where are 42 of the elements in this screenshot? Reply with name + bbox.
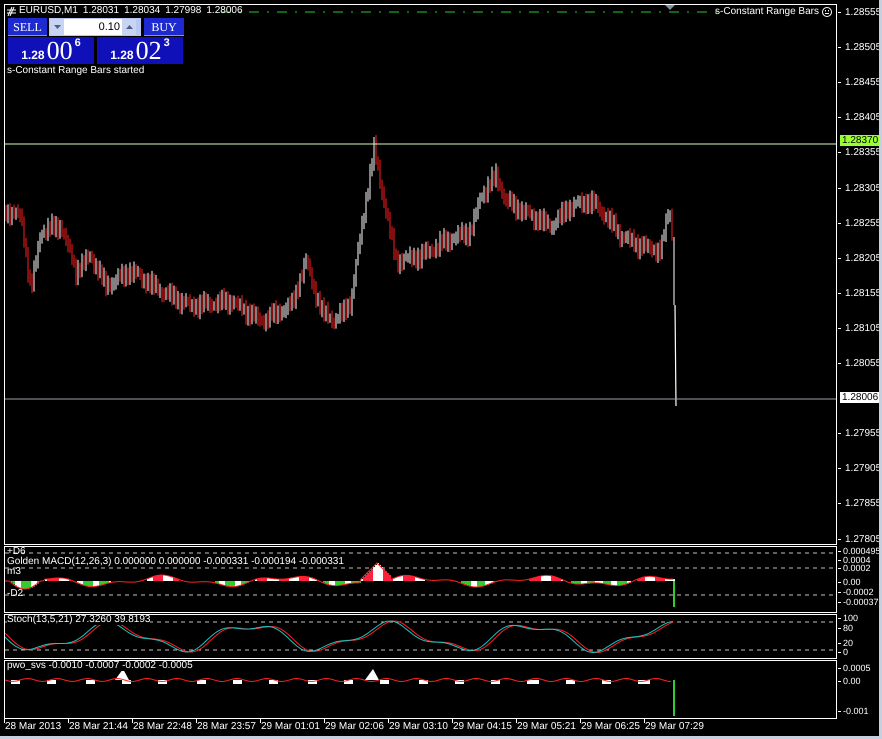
lot-size-field[interactable]: 0.10 — [64, 19, 122, 35]
buy-button[interactable]: BUY — [144, 18, 184, 36]
ohlc-value: 1.28031 — [82, 5, 120, 17]
scale-label: 20 — [843, 638, 854, 648]
indicator-label: s-Constant Range Bars — [715, 6, 819, 18]
time-axis-label: 28 Mar 2013 — [5, 721, 62, 732]
time-axis-label: 29 Mar 02:06 — [325, 721, 384, 732]
time-axis-label: 28 Mar 23:57 — [197, 721, 256, 732]
time-axis-label: 29 Mar 03:10 — [389, 721, 448, 732]
time-axis-label: 28 Mar 22:48 — [133, 721, 192, 732]
scale-label: -0.001 — [843, 706, 869, 716]
time-axis-label: 28 Mar 21:44 — [69, 721, 128, 732]
indicator-title: pwo_svs -0.0010 -0.0007 -0.0002 -0.0005 — [7, 661, 193, 671]
scale-label: 0 — [843, 647, 848, 657]
scale-label: 0.00 — [843, 577, 861, 587]
scale-label: 0.00 — [843, 676, 861, 686]
time-axis-label: 29 Mar 07:29 — [645, 721, 704, 732]
scale-label: -0.0002 — [843, 587, 874, 597]
pane-label: +D6 — [7, 547, 26, 557]
price-marker-label: 1.28370 — [840, 135, 880, 146]
scale-label: 0.0002 — [843, 563, 871, 573]
status-message: s-Constant Range Bars started — [7, 65, 144, 77]
pane-label: m3 — [7, 567, 21, 577]
scale-label: 0.000495 — [843, 546, 881, 556]
scale-label: -0.00037 — [843, 597, 879, 607]
time-axis-label: 29 Mar 06:25 — [581, 721, 640, 732]
chart-title: EURUSD,M1 — [19, 5, 78, 17]
ohlc-value: 1.28006 — [206, 5, 243, 17]
pane-label: -D2 — [7, 589, 24, 599]
indicator-title: Golden MACD(12,26,3) 0.000000 0.000000 -0.000331 -0.000194 -0.000331 — [7, 557, 344, 567]
ohlc-value: 1.27998 — [165, 5, 202, 17]
scale-label: 80 — [843, 623, 854, 633]
ohlc-value: 1.28034 — [124, 5, 160, 17]
sell-button[interactable]: SELL — [8, 18, 47, 36]
time-axis-label: 29 Mar 05:21 — [517, 721, 576, 732]
time-axis-label: 29 Mar 01:01 — [261, 721, 320, 732]
scale-label: 100 — [843, 613, 858, 623]
time-axis-label: 29 Mar 04:15 — [453, 721, 512, 732]
scale-label: 0.0004 — [843, 555, 871, 565]
indicator-title: Stoch(13,5,21) 27.3260 39.8193 — [7, 615, 150, 625]
price-marker-label: 1.28006 — [840, 392, 880, 403]
scale-label: 0.0005 — [843, 663, 871, 673]
